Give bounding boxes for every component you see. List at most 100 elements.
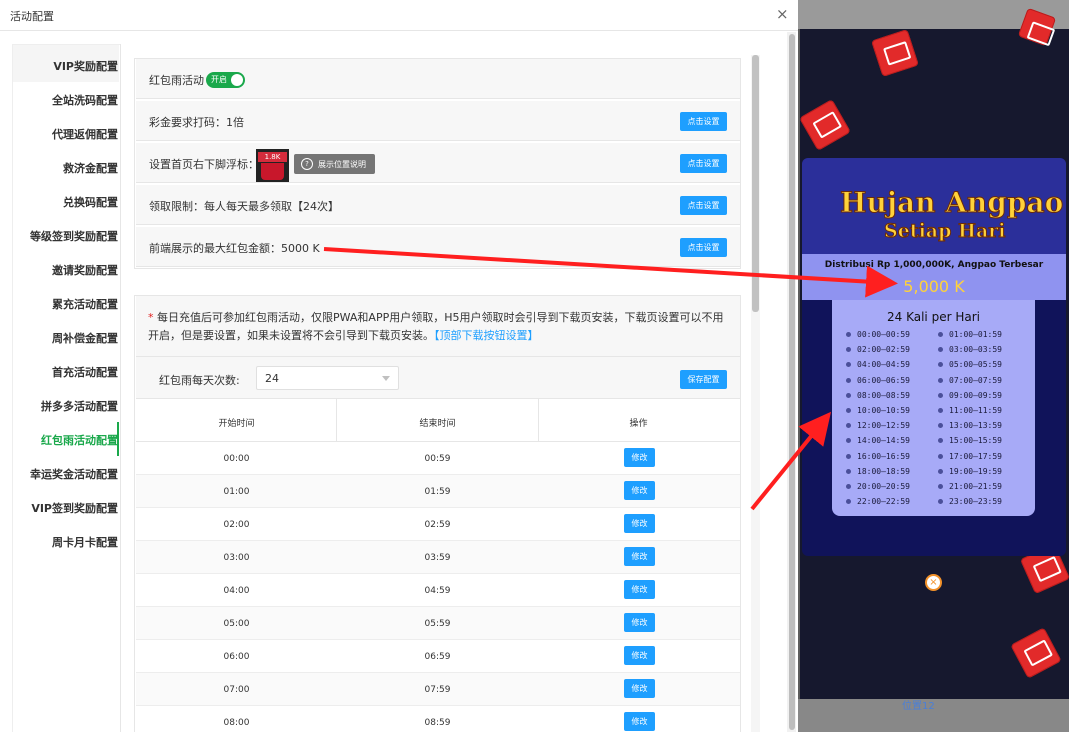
edit-button[interactable]: 修改: [624, 580, 655, 599]
sidebar-item[interactable]: 代理返佣配置: [12, 126, 118, 142]
help-icon: ?: [301, 158, 313, 170]
end-time-cell: 03:59: [424, 553, 451, 563]
sidebar-item[interactable]: 周补偿金配置: [12, 330, 118, 346]
dialog-scrollbar-thumb[interactable]: [789, 34, 795, 730]
promo-slot: 10:00—10:59: [846, 406, 910, 415]
sidebar-divider: [120, 44, 121, 732]
sidebar-item[interactable]: 累充活动配置: [12, 296, 118, 312]
sidebar-item[interactable]: 兑换码配置: [12, 194, 118, 210]
rain-activity-switch[interactable]: 开启: [206, 72, 245, 88]
chevron-down-icon: [382, 376, 390, 381]
promo-slot: 00:00—00:59: [846, 330, 910, 339]
end-time-cell: 07:59: [424, 685, 451, 695]
daily-count-value: 24: [265, 372, 279, 385]
sidebar-item[interactable]: 周卡月卡配置: [12, 534, 118, 550]
promo-slot: 19:00—19:59: [938, 467, 1002, 476]
promo-slot: 16:00—16:59: [846, 452, 910, 461]
promo-subtitle: Setiap Hari: [884, 220, 1007, 243]
table-row: 03:00 03:59 修改: [136, 541, 740, 574]
switch-knob: [231, 74, 243, 86]
start-time-cell: 05:00: [223, 619, 250, 629]
promo-slot: 23:00—23:59: [938, 497, 1002, 506]
setting-row-rain-toggle: 红包雨活动 开启: [136, 59, 740, 99]
start-time-cell: 00:00: [223, 454, 250, 464]
header-end-time: 结束时间: [419, 419, 456, 429]
dialog-header: 活动配置 ×: [0, 0, 798, 31]
promo-slot: 21:00—21:59: [938, 482, 1002, 491]
edit-button[interactable]: 修改: [624, 514, 655, 533]
float-icon-label: 设置首页右下脚浮标：: [149, 158, 259, 171]
sidebar-item[interactable]: VIP签到奖励配置: [12, 500, 118, 516]
max-set-button[interactable]: 点击设置: [680, 238, 727, 257]
promo-slot: 08:00—08:59: [846, 391, 910, 400]
bet-set-button[interactable]: 点击设置: [680, 112, 727, 131]
edit-button[interactable]: 修改: [624, 613, 655, 632]
notice-box: * 每日充值后可参加红包雨活动，仅限PWA和APP用户领取，H5用户领取时会引导…: [136, 296, 740, 357]
setting-row-float: 设置首页右下脚浮标： 1.8K ? 展示位置说明 点击设置: [136, 143, 740, 183]
switch-label: 开启: [211, 75, 227, 84]
promo-slot: 13:00—13:59: [938, 421, 1002, 430]
promo-close-icon[interactable]: ×: [925, 574, 942, 591]
daily-count-select[interactable]: 24: [256, 366, 399, 390]
promo-slot: 03:00—03:59: [938, 345, 1002, 354]
daily-count-label: 红包雨每天次数:: [159, 374, 240, 387]
required-star: *: [148, 311, 154, 324]
edit-button[interactable]: 修改: [624, 646, 655, 665]
sidebar-item[interactable]: 首充活动配置: [12, 364, 118, 380]
promo-slot: 17:00—17:59: [938, 452, 1002, 461]
sidebar-item[interactable]: 全站洗码配置: [12, 92, 118, 108]
promo-distribution-banner: Distribusi Rp 1,000,000K, Angpao Terbesa…: [802, 254, 1066, 300]
edit-button[interactable]: 修改: [624, 448, 655, 467]
float-icon-thumbnail: 1.8K: [256, 149, 289, 182]
content-scrollbar-thumb[interactable]: [752, 55, 759, 312]
sidebar-active-indicator: [117, 422, 119, 456]
sidebar-item[interactable]: 拼多多活动配置: [12, 398, 118, 414]
limit-set-button[interactable]: 点击设置: [680, 196, 727, 215]
header-action: 操作: [629, 419, 648, 429]
promo-slot: 18:00—18:59: [846, 467, 910, 476]
table-row: 04:00 04:59 修改: [136, 574, 740, 607]
setting-row-max: 前端展示的最大红包金额：5000 K 点击设置: [136, 227, 740, 267]
table-row: 08:00 08:59 修改: [136, 706, 740, 732]
sidebar-item[interactable]: 红包雨活动配置: [12, 432, 118, 448]
sidebar-item[interactable]: 幸运奖金活动配置: [12, 466, 118, 482]
edit-button[interactable]: 修改: [624, 679, 655, 698]
header-start-time: 开始时间: [218, 419, 255, 429]
promo-schedule-list: 24 Kali per Hari 00:00—00:59 01:00—01:59 0…: [832, 300, 1035, 516]
thumb-amount: 1.8K: [258, 152, 287, 162]
promo-header-art: Hujan Angpao Setiap Hari: [802, 158, 1066, 254]
table-header: 开始时间 结束时间 操作: [136, 399, 740, 442]
table-row: 06:00 06:59 修改: [136, 640, 740, 673]
sidebar-item[interactable]: 邀请奖励配置: [12, 262, 118, 278]
promo-title: Hujan Angpao: [839, 186, 1064, 220]
thumb-angpao: [261, 163, 284, 180]
end-time-cell: 01:59: [424, 487, 451, 497]
end-time-cell: 06:59: [424, 652, 451, 662]
position-label: 位置12: [902, 701, 935, 712]
promo-slot: 09:00—09:59: [938, 391, 1002, 400]
sidebar-item[interactable]: 救济金配置: [12, 160, 118, 176]
position-help-button[interactable]: ? 展示位置说明: [294, 154, 375, 174]
edit-button[interactable]: 修改: [624, 547, 655, 566]
download-button-settings-link[interactable]: 【顶部下载按钮设置】: [434, 329, 539, 342]
sidebar-item[interactable]: VIP奖励配置: [12, 58, 118, 74]
close-icon[interactable]: ×: [776, 5, 789, 23]
notice-text: * 每日充值后可参加红包雨活动，仅限PWA和APP用户领取，H5用户领取时会引导…: [148, 309, 728, 345]
start-time-cell: 03:00: [223, 553, 250, 563]
save-config-button[interactable]: 保存配置: [680, 370, 727, 389]
sidebar-item[interactable]: 等级签到奖励配置: [12, 228, 118, 244]
promo-slot: 02:00—02:59: [846, 345, 910, 354]
position-help-label: 展示位置说明: [318, 160, 366, 169]
edit-button[interactable]: 修改: [624, 712, 655, 731]
setting-row-bet: 彩金要求打码：1倍 点击设置: [136, 101, 740, 141]
start-time-cell: 01:00: [223, 487, 250, 497]
header-divider: [336, 399, 337, 442]
float-set-button[interactable]: 点击设置: [680, 154, 727, 173]
end-time-cell: 08:59: [424, 718, 451, 728]
promo-slot: 01:00—01:59: [938, 330, 1002, 339]
table-row: 00:00 00:59 修改: [136, 442, 740, 475]
sidebar: [12, 44, 120, 732]
edit-button[interactable]: 修改: [624, 481, 655, 500]
promo-max-amount: 5,000 K: [903, 277, 965, 296]
start-time-cell: 06:00: [223, 652, 250, 662]
